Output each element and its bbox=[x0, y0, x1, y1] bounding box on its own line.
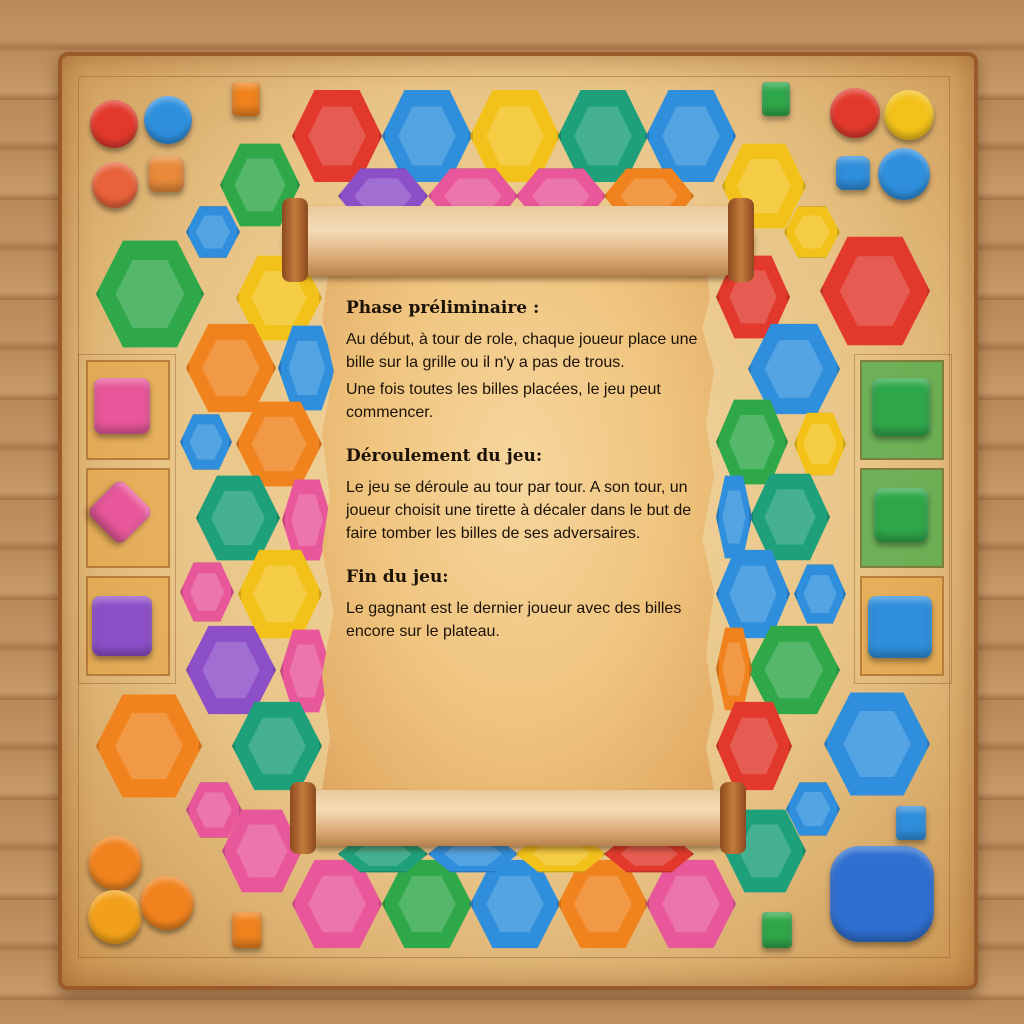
scroll-bottom-rod-cap bbox=[290, 782, 316, 854]
blue-token[interactable] bbox=[144, 96, 192, 144]
orange-marker-icon bbox=[232, 912, 262, 948]
red-token[interactable] bbox=[90, 100, 138, 148]
rules-paragraph: Le jeu se déroule au tour par tour. A so… bbox=[346, 479, 692, 542]
rules-heading-gameplay: Déroulement du jeu: bbox=[346, 446, 543, 466]
scroll-bottom-rod-cap bbox=[720, 782, 746, 854]
rules-heading-preliminary: Phase préliminaire : bbox=[346, 298, 540, 318]
scroll-top-rod-cap bbox=[728, 198, 754, 282]
blue-marker-icon bbox=[896, 806, 926, 840]
blue-octagon-token[interactable] bbox=[830, 846, 934, 942]
blue-token[interactable] bbox=[878, 148, 930, 200]
orange-token[interactable] bbox=[88, 836, 142, 890]
green-marker-icon bbox=[762, 912, 792, 948]
green-cube-token[interactable] bbox=[874, 488, 928, 542]
purple-hex-token[interactable] bbox=[92, 596, 152, 656]
orange-cube-token[interactable] bbox=[148, 156, 184, 192]
scroll-top-rod bbox=[284, 206, 754, 276]
rules-paragraph: Une fois toutes les billes placées, le j… bbox=[346, 381, 661, 421]
scroll-bottom-rod bbox=[296, 790, 740, 846]
blue-hex-token[interactable] bbox=[868, 596, 932, 658]
rules-paragraph: Au début, à tour de role, chaque joueur … bbox=[346, 331, 698, 371]
orange-token[interactable] bbox=[88, 890, 142, 944]
pink-gem-token[interactable] bbox=[86, 478, 154, 546]
orange-marker-icon bbox=[232, 82, 260, 116]
yellow-token[interactable] bbox=[884, 90, 934, 140]
scroll-top-rod-cap bbox=[282, 198, 308, 282]
orange-token[interactable] bbox=[140, 876, 194, 930]
green-cube-token[interactable] bbox=[872, 378, 930, 436]
pink-cube-token[interactable] bbox=[94, 378, 150, 434]
red-token[interactable] bbox=[830, 88, 880, 138]
green-marker-icon bbox=[762, 82, 790, 116]
rules-paragraph: Le gagnant est le dernier joueur avec de… bbox=[346, 600, 682, 640]
blue-cube-token[interactable] bbox=[836, 156, 870, 190]
rules-heading-end: Fin du jeu: bbox=[346, 567, 449, 587]
red-token[interactable] bbox=[92, 162, 138, 208]
rules-text: Phase préliminaire : Au début, à tour de… bbox=[346, 298, 706, 655]
